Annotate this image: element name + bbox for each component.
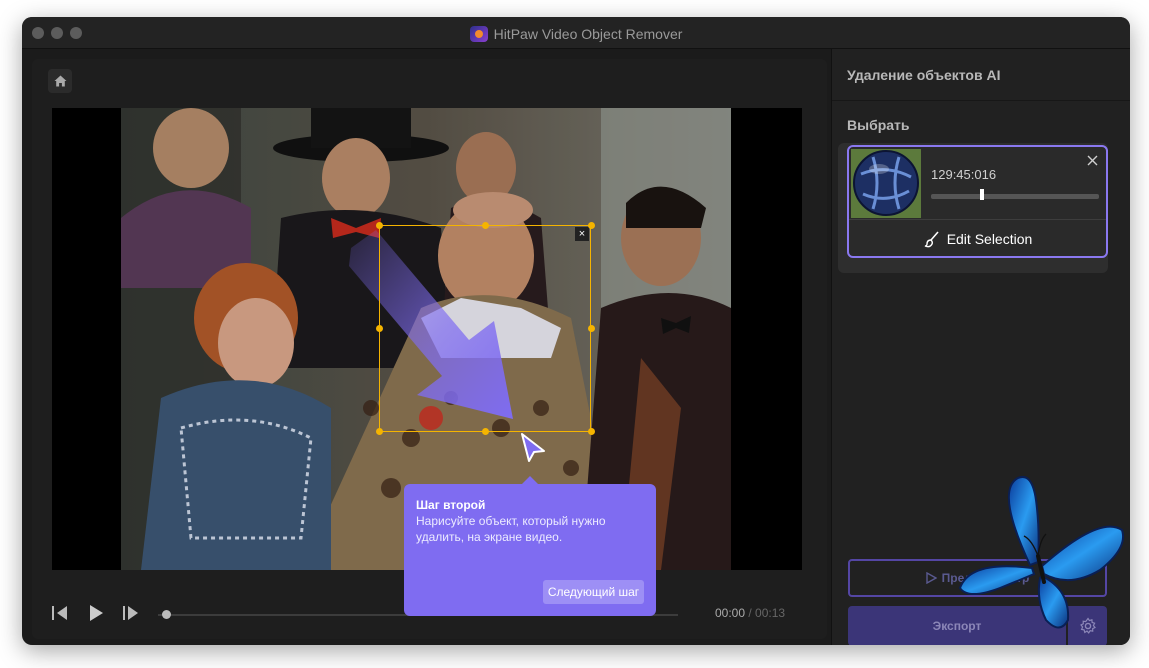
previous-frame-icon [52,606,67,620]
app-title-wrap: HitPaw Video Object Remover [22,26,1130,42]
app-logo-icon [469,26,488,42]
previous-frame-button[interactable] [49,603,71,623]
resize-handle-left[interactable] [376,325,383,332]
play-button[interactable] [85,603,107,623]
resize-handle-right[interactable] [588,325,595,332]
panel-divider [832,100,1130,101]
brush-icon [924,230,939,247]
selection-close-button[interactable]: × [575,227,589,241]
tooltip-title: Шаг второй [416,498,486,512]
selection-range-track[interactable] [931,194,1099,199]
play-icon [925,572,937,584]
time-readout: 00:00 / 00:13 [715,606,785,620]
duration: 00:13 [755,606,786,620]
butterfly-icon [958,476,1124,629]
next-frame-button[interactable] [120,603,142,623]
next-frame-icon [123,606,138,620]
resize-handle-bottom-left[interactable] [376,428,383,435]
selection-card-frame[interactable]: 129:45:016 Edit Selection [847,145,1108,258]
panel-title: Удаление объектов AI [847,67,1001,83]
ball-thumbnail [851,149,921,218]
time-separator: / [745,606,756,620]
tooltip-body: Нарисуйте объект, который нужно удалить,… [416,514,606,544]
edit-selection-label: Edit Selection [946,230,1033,247]
onboarding-tooltip: Шаг второй Нарисуйте объект, который нуж… [404,476,656,616]
resize-handle-top[interactable] [482,222,489,229]
selection-range-handle[interactable] [980,189,984,200]
selection-card: 129:45:016 Edit Selection [838,143,1108,273]
selection-box[interactable]: × [376,222,595,435]
timeline-playhead[interactable] [162,610,171,619]
play-icon [90,605,103,621]
mouse-pointer-icon [521,433,545,462]
resize-handle-bottom-right[interactable] [588,428,595,435]
selection-timestamp: 129:45:016 [931,167,997,182]
remove-selection-button[interactable] [1087,153,1098,171]
resize-handle-bottom[interactable] [482,428,489,435]
selection-thumbnail [851,149,921,218]
home-icon [54,75,66,87]
next-step-button[interactable]: Следующий шаг [543,580,644,604]
select-label: Выбрать [847,117,910,133]
edit-selection-button[interactable]: Edit Selection [849,220,1106,257]
app-title: HitPaw Video Object Remover [493,26,683,42]
resize-handle-top-left[interactable] [376,222,383,229]
title-bar: HitPaw Video Object Remover [22,17,1130,49]
resize-handle-top-right[interactable] [588,222,595,229]
home-button[interactable] [48,69,72,93]
close-icon [1087,155,1098,166]
current-time: 00:00 [715,606,746,620]
